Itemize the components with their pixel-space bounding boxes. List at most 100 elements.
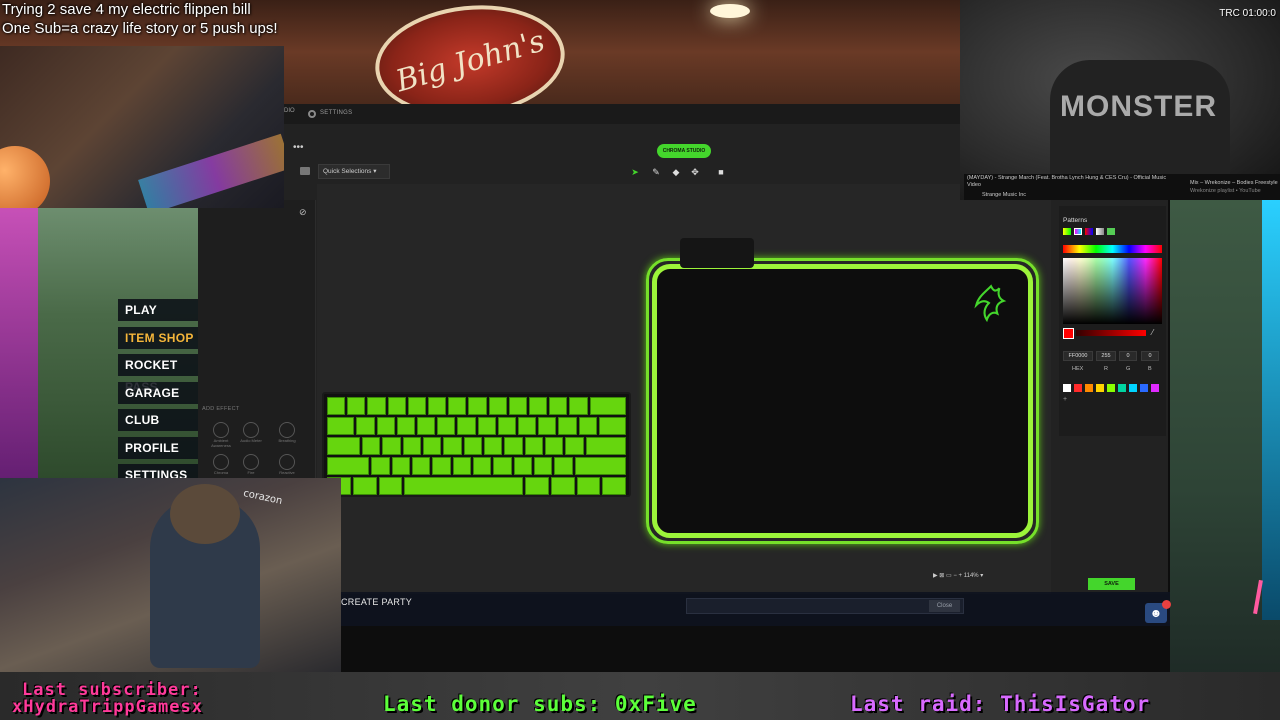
key[interactable] [565, 437, 584, 455]
tab-studio[interactable]: DIO [284, 108, 295, 114]
key[interactable] [483, 437, 503, 455]
gradient-stops-bar[interactable] [1063, 245, 1162, 253]
pattern-option[interactable] [1074, 228, 1082, 235]
menu-item-garage[interactable]: GARAGE [118, 381, 202, 404]
pattern-option[interactable] [1096, 228, 1104, 235]
move-tool-icon[interactable]: ✥ [689, 166, 701, 178]
menu-item-play[interactable]: PLAY [118, 299, 202, 321]
key[interactable] [533, 457, 553, 475]
key[interactable] [554, 457, 573, 475]
color-swatch[interactable] [1140, 384, 1148, 392]
key-fn[interactable] [550, 477, 575, 495]
eye-off-icon[interactable]: ⊘ [299, 207, 307, 218]
select-tool-icon[interactable]: ➤ [629, 166, 641, 178]
key[interactable] [524, 437, 543, 455]
key[interactable] [569, 397, 588, 415]
menu-item-item-shop[interactable]: ITEM SHOP [118, 326, 202, 349]
key-shift-right[interactable] [574, 457, 626, 475]
chroma-studio-badge[interactable]: CHROMA STUDIO [657, 144, 711, 158]
create-party-button[interactable]: CREATE PARTY [341, 597, 412, 607]
key[interactable] [391, 457, 410, 475]
key[interactable] [578, 417, 597, 435]
close-button[interactable]: Close [929, 600, 960, 612]
color-slider[interactable] [1076, 330, 1146, 336]
key[interactable] [463, 437, 482, 455]
key-alt[interactable] [378, 477, 403, 495]
color-swatch[interactable] [1074, 384, 1082, 392]
key-menu[interactable] [576, 477, 601, 495]
menu-item-club[interactable]: CLUB [118, 409, 202, 431]
tab-settings[interactable]: SETTINGS [320, 110, 352, 116]
color-swatch[interactable] [1096, 384, 1104, 392]
key[interactable] [558, 417, 577, 435]
effect-reactive[interactable]: Reactive [272, 454, 302, 475]
key[interactable] [396, 417, 415, 435]
key[interactable] [448, 397, 467, 415]
video-title[interactable]: (MAYDAY) - Strange March (Feat. Brotha L… [967, 175, 1177, 189]
pattern-option[interactable] [1063, 228, 1071, 235]
saturation-value-box[interactable] [1063, 258, 1162, 324]
quick-selections-dropdown[interactable]: Quick Selections ▾ [318, 164, 390, 179]
color-swatch[interactable] [1085, 384, 1093, 392]
key[interactable] [422, 437, 442, 455]
pattern-option[interactable] [1085, 228, 1093, 235]
key[interactable] [457, 417, 476, 435]
key[interactable] [513, 457, 532, 475]
key[interactable] [538, 417, 557, 435]
folder-icon[interactable] [300, 167, 310, 175]
key[interactable] [504, 437, 523, 455]
key[interactable] [327, 397, 346, 415]
key-alt-right[interactable] [525, 477, 549, 495]
effect-audio-meter[interactable]: Audio Meter [236, 422, 266, 443]
key[interactable] [508, 397, 528, 415]
add-swatch-icon[interactable]: + [1063, 396, 1067, 403]
key[interactable] [529, 397, 548, 415]
menu-item-profile[interactable]: PROFILE [118, 436, 202, 459]
key[interactable] [367, 397, 386, 415]
key[interactable] [407, 397, 427, 415]
color-swatch[interactable] [1107, 384, 1115, 392]
key[interactable] [411, 457, 431, 475]
key[interactable] [402, 437, 421, 455]
mix-title[interactable]: Mix – Wrekonize – Bodies Freestyle [1190, 180, 1278, 186]
menu-item-rocket-pass[interactable]: ROCKET PASS [118, 354, 202, 394]
effect-fire[interactable]: Fire [236, 454, 266, 475]
key[interactable] [387, 397, 406, 415]
zoom-in-icon[interactable]: + [959, 573, 963, 579]
key[interactable] [477, 417, 496, 435]
pattern-option[interactable] [1107, 228, 1115, 235]
keyboard-view-icon[interactable]: ▭ [946, 573, 952, 579]
key[interactable] [432, 457, 451, 475]
trash-icon[interactable]: ■ [715, 166, 727, 178]
key-space[interactable] [404, 477, 523, 495]
key[interactable] [376, 417, 395, 435]
key[interactable] [382, 437, 401, 455]
zoom-out-icon[interactable]: − [953, 573, 957, 579]
key[interactable] [468, 397, 487, 415]
color-swatch[interactable] [1151, 384, 1159, 392]
key-backspace[interactable] [589, 397, 627, 415]
effect-ambient[interactable]: Ambient Awareness [206, 422, 236, 448]
key-ctrl-right[interactable] [602, 477, 626, 495]
chevron-down-icon[interactable]: ▾ [980, 573, 983, 579]
key-win[interactable] [352, 477, 377, 495]
key[interactable] [416, 417, 436, 435]
color-swatch[interactable] [1129, 384, 1137, 392]
keyboard-device[interactable] [322, 392, 631, 497]
color-swatch[interactable] [1063, 384, 1071, 392]
fill-tool-icon[interactable]: ◆ [670, 166, 682, 178]
key[interactable] [452, 457, 471, 475]
effect-chroma[interactable]: Chroma [206, 454, 236, 475]
key[interactable] [517, 417, 537, 435]
key[interactable] [356, 417, 375, 435]
key[interactable] [437, 417, 456, 435]
brush-tool-icon[interactable]: ✎ [650, 166, 662, 178]
hex-input[interactable]: FF0000 [1063, 351, 1093, 361]
eyedropper-icon[interactable]: ⁄ [1152, 328, 1153, 337]
red-input[interactable]: 255 [1096, 351, 1116, 361]
party-search-field[interactable] [686, 598, 964, 614]
mute-icon[interactable]: ⊠ [939, 573, 944, 579]
more-icon[interactable]: ••• [293, 142, 304, 153]
channel-name[interactable]: Strange Music Inc [982, 192, 1026, 198]
key[interactable] [371, 457, 390, 475]
